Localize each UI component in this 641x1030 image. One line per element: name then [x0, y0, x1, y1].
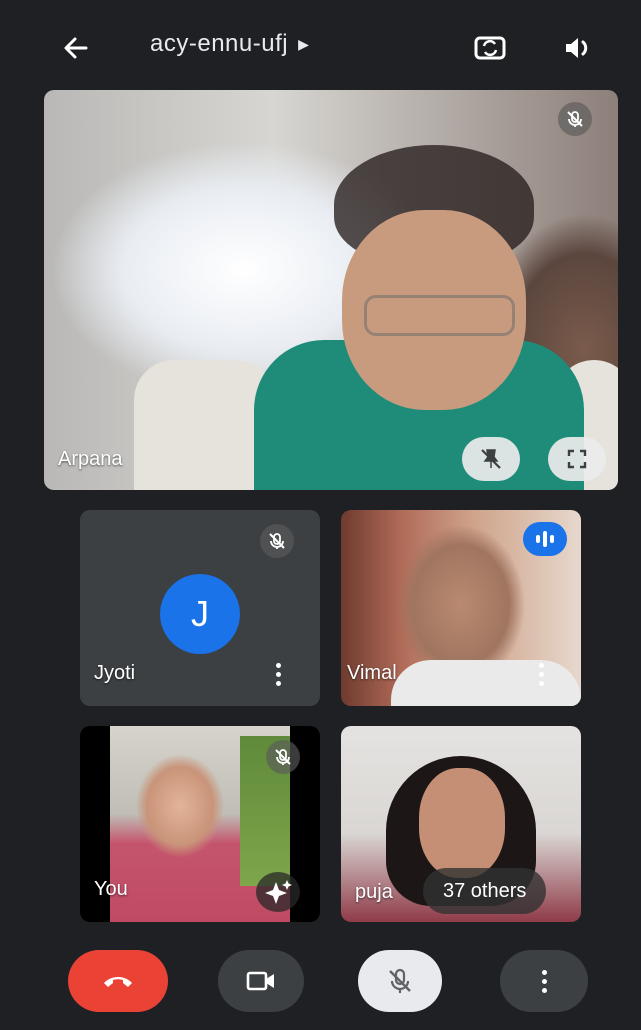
end-call-button[interactable]: [68, 950, 168, 1012]
participant-name: Vimal: [347, 662, 397, 684]
more-vert-icon: [532, 963, 556, 999]
video-detail: [364, 295, 515, 336]
fullscreen-icon: [567, 449, 587, 469]
avatar-initial: J: [191, 593, 209, 634]
avatar: J: [160, 574, 240, 654]
participant-name: Arpana: [58, 448, 123, 470]
more-options-button[interactable]: [500, 950, 588, 1012]
participant-tile-jyoti[interactable]: J Jyoti: [80, 510, 320, 706]
meeting-code: acy-ennu-ufj: [150, 30, 289, 57]
fullscreen-button[interactable]: [548, 437, 606, 481]
mic-off-icon: [558, 102, 592, 136]
participant-name: You: [94, 878, 128, 900]
participant-tile-self[interactable]: You: [80, 726, 320, 922]
microphone-toggle-button[interactable]: [358, 950, 442, 1012]
speaker-icon[interactable]: [560, 30, 596, 66]
mic-off-icon: [266, 740, 300, 774]
more-vert-icon[interactable]: [266, 656, 290, 692]
unpin-button[interactable]: [462, 437, 520, 481]
participant-tile-others[interactable]: puja 37 others: [341, 726, 581, 922]
caret-right-icon: ▶: [298, 35, 309, 52]
speaking-indicator-icon: [523, 522, 567, 556]
meeting-details-button[interactable]: acy-ennu-ufj ▶: [150, 30, 309, 58]
more-vert-icon[interactable]: [529, 656, 553, 692]
others-count-button[interactable]: 37 others: [423, 868, 547, 914]
main-participant-tile[interactable]: Arpana: [44, 90, 618, 490]
video-camera-icon: [246, 971, 274, 991]
hang-up-icon: [104, 977, 132, 987]
back-arrow-icon[interactable]: [58, 30, 94, 66]
video-detail: [134, 360, 274, 490]
camera-toggle-button[interactable]: [218, 950, 304, 1012]
sparkle-icon: [265, 880, 292, 904]
participant-name: Jyoti: [94, 662, 136, 684]
video-detail: [419, 768, 505, 878]
call-controls: [0, 940, 641, 1030]
top-bar: acy-ennu-ufj ▶: [0, 0, 641, 90]
mic-off-icon: [260, 524, 294, 558]
participant-name: puja: [355, 881, 393, 903]
switch-camera-icon[interactable]: [470, 27, 510, 67]
unpin-icon: [481, 449, 501, 469]
effects-button[interactable]: [256, 872, 300, 912]
participant-tile-vimal[interactable]: Vimal: [341, 510, 581, 706]
mic-off-icon: [389, 968, 411, 993]
